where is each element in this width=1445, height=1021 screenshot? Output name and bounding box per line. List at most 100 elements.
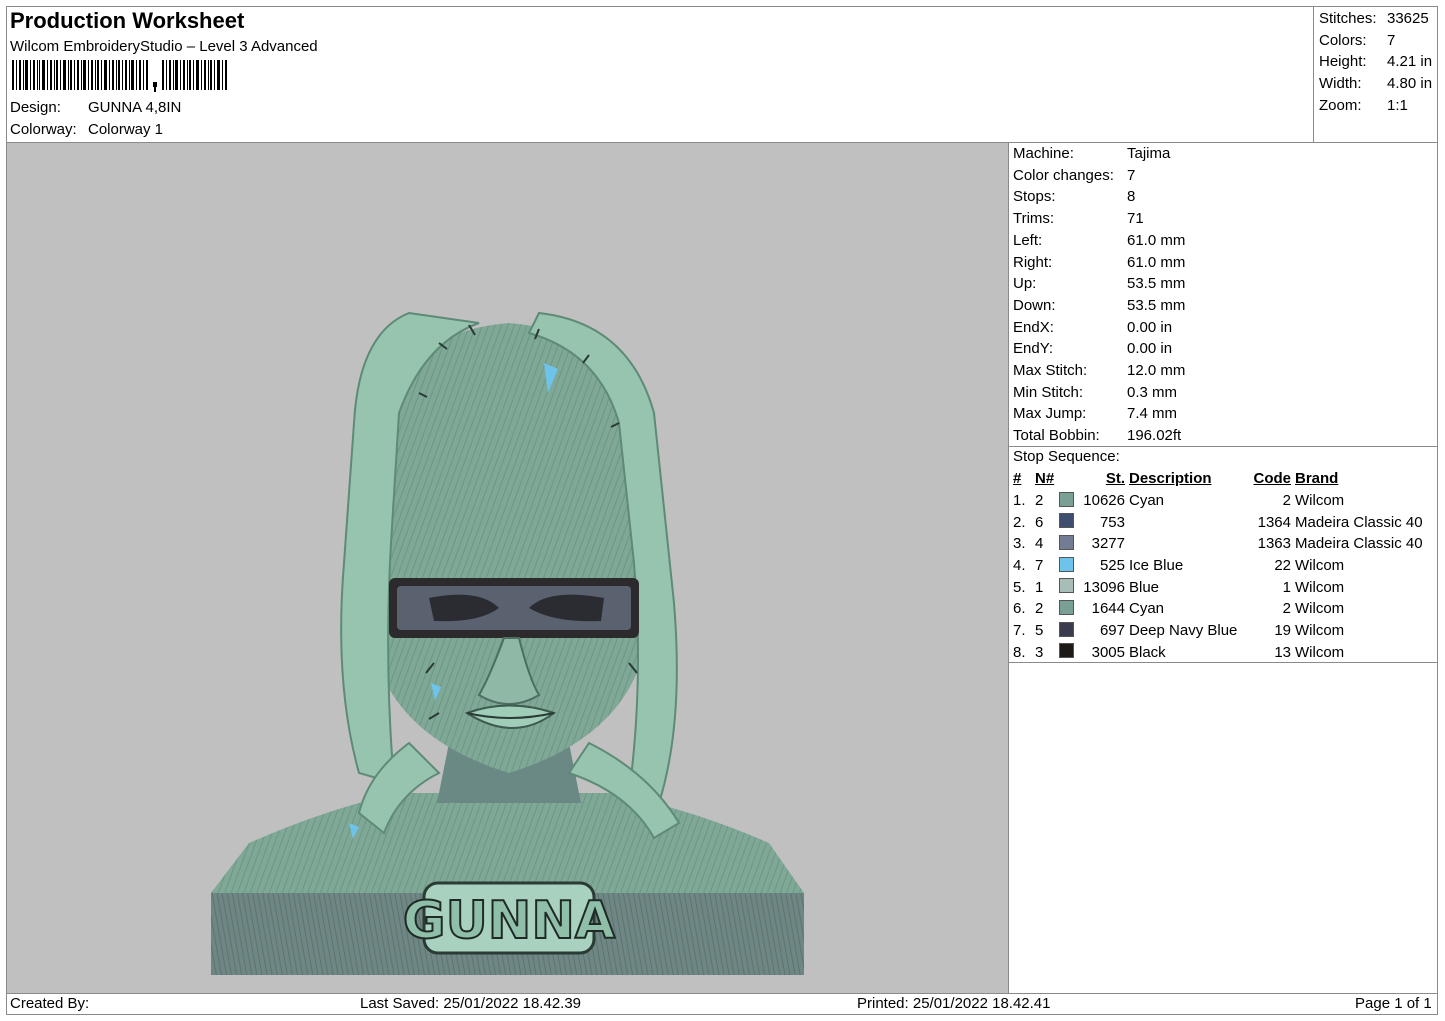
row-index: 1. [1013,492,1026,510]
row-index: 6. [1013,600,1026,618]
row-swatch [1057,555,1077,577]
spec-label: Stops: [1013,188,1056,206]
spec-label: Trims: [1013,210,1055,228]
row-swatch [1057,642,1077,664]
created-by: Created By: [10,995,90,1012]
row-stitches: 1644 [1091,600,1125,618]
row-needle: 5 [1035,622,1044,640]
row-stitches: 10626 [1083,492,1125,510]
row-needle: 3 [1035,643,1044,661]
row-description [1127,511,1251,533]
spec-label: Right: [1013,253,1053,271]
spec-value: 0.00 in [1127,318,1173,336]
spec-label: Down: [1013,296,1056,314]
spec-value: 7 [1127,166,1136,184]
design-value: GUNNA 4,8IN [88,99,182,116]
machine-specs-panel: Machine: Tajima Color changes: 7 Stops: 8 T… [1013,143,1185,447]
page-number: Page 1 of 1 [1355,995,1432,1012]
row-stitches: 697 [1099,622,1125,640]
row-swatch [1057,620,1077,642]
summary-row: Height: 4.21 in [1319,51,1432,73]
spec-value: 8 [1127,188,1136,206]
spec-label: EndX: [1013,318,1054,336]
row-description: Blue [1129,578,1160,596]
row-stitches: 13096 [1083,578,1125,596]
summary-label: Width: [1319,75,1362,93]
row-index: 5. [1013,578,1026,596]
colorway-label: Colorway: [10,121,77,138]
row-needle: 7 [1035,557,1044,575]
table-row: 2. 6 753 1364 Madeira Classic 40 [1011,511,1425,533]
page-title: Production Worksheet [10,8,245,33]
row-stitches: 753 [1099,513,1125,531]
printed-date: Printed: 25/01/2022 18.42.41 [857,995,1051,1012]
spec-row: EndY: 0.00 in [1013,338,1185,360]
spec-row: Total Bobbin: 196.02ft [1013,425,1185,447]
row-code: 2 [1282,600,1291,618]
col-code: Code [1253,470,1292,488]
summary-value: 1:1 [1387,96,1408,114]
table-row: 4. 7 525 Ice Blue 22 Wilcom [1011,555,1425,577]
row-brand: Madeira Classic 40 [1295,513,1423,531]
summary-label: Zoom: [1319,96,1362,114]
spec-value: 0.3 mm [1127,383,1178,401]
row-needle: 2 [1035,492,1044,510]
row-swatch [1057,490,1077,512]
col-stitches: St. [1105,470,1125,488]
row-swatch [1057,533,1077,555]
spec-label: Left: [1013,231,1043,249]
row-code: 1 [1282,578,1291,596]
row-description: Black [1129,643,1166,661]
summary-row: Stitches: 33625 [1319,8,1432,30]
row-code: 22 [1274,557,1291,575]
color-swatch-icon [1059,621,1074,637]
row-index: 7. [1013,622,1026,640]
row-description: Ice Blue [1129,557,1184,575]
summary-label: Height: [1319,53,1367,71]
col-brand: Brand [1295,470,1339,488]
header-divider [1313,6,1314,143]
canvas-right-rule [1008,143,1009,993]
spec-value: 0.00 in [1127,340,1173,358]
spec-value: 12.0 mm [1127,362,1186,380]
spec-row: EndX: 0.00 in [1013,317,1185,339]
row-description: Cyan [1129,492,1165,510]
row-index: 4. [1013,557,1026,575]
col-description: Description [1129,470,1212,488]
row-description [1127,533,1251,555]
row-code: 19 [1274,622,1291,640]
row-brand: Madeira Classic 40 [1295,535,1423,553]
spec-label: Total Bobbin: [1013,427,1100,445]
summary-label: Colors: [1319,31,1367,49]
row-brand: Wilcom [1295,557,1345,575]
summary-value: 4.21 in [1387,53,1433,71]
spec-value: 61.0 mm [1127,231,1186,249]
design-row: Design: GUNNA 4,8IN [10,99,181,116]
row-brand: Wilcom [1295,643,1345,661]
stop-sequence-table: # N# St. Description Code Brand 1. 2 10626… [1011,468,1425,663]
row-description: Deep Navy Blue [1129,622,1238,640]
row-brand: Wilcom [1295,578,1345,596]
summary-row: Zoom: 1:1 [1319,95,1432,117]
summary-value: 7 [1387,31,1396,49]
spec-label: Max Stitch: [1013,362,1088,380]
spec-value: 61.0 mm [1127,253,1186,271]
row-needle: 1 [1035,578,1044,596]
spec-row: Right: 61.0 mm [1013,252,1185,274]
spec-label: Max Jump: [1013,405,1087,423]
row-brand: Wilcom [1295,492,1345,510]
spec-value: 53.5 mm [1127,296,1186,314]
col-swatch [1057,468,1077,490]
spec-row: Trims: 71 [1013,208,1185,230]
color-swatch-icon [1059,643,1074,659]
table-row: 6. 2 1644 Cyan 2 Wilcom [1011,598,1425,620]
row-needle: 2 [1035,600,1044,618]
row-swatch [1057,511,1077,533]
row-index: 2. [1013,513,1026,531]
row-needle: 4 [1035,535,1044,553]
last-saved: Last Saved: 25/01/2022 18.42.39 [360,995,582,1012]
spec-row: Max Stitch: 12.0 mm [1013,360,1185,382]
summary-row: Width: 4.80 in [1319,73,1432,95]
software-name: Wilcom EmbroideryStudio – Level 3 Advanc… [10,38,318,55]
barcode-icon [12,60,227,92]
